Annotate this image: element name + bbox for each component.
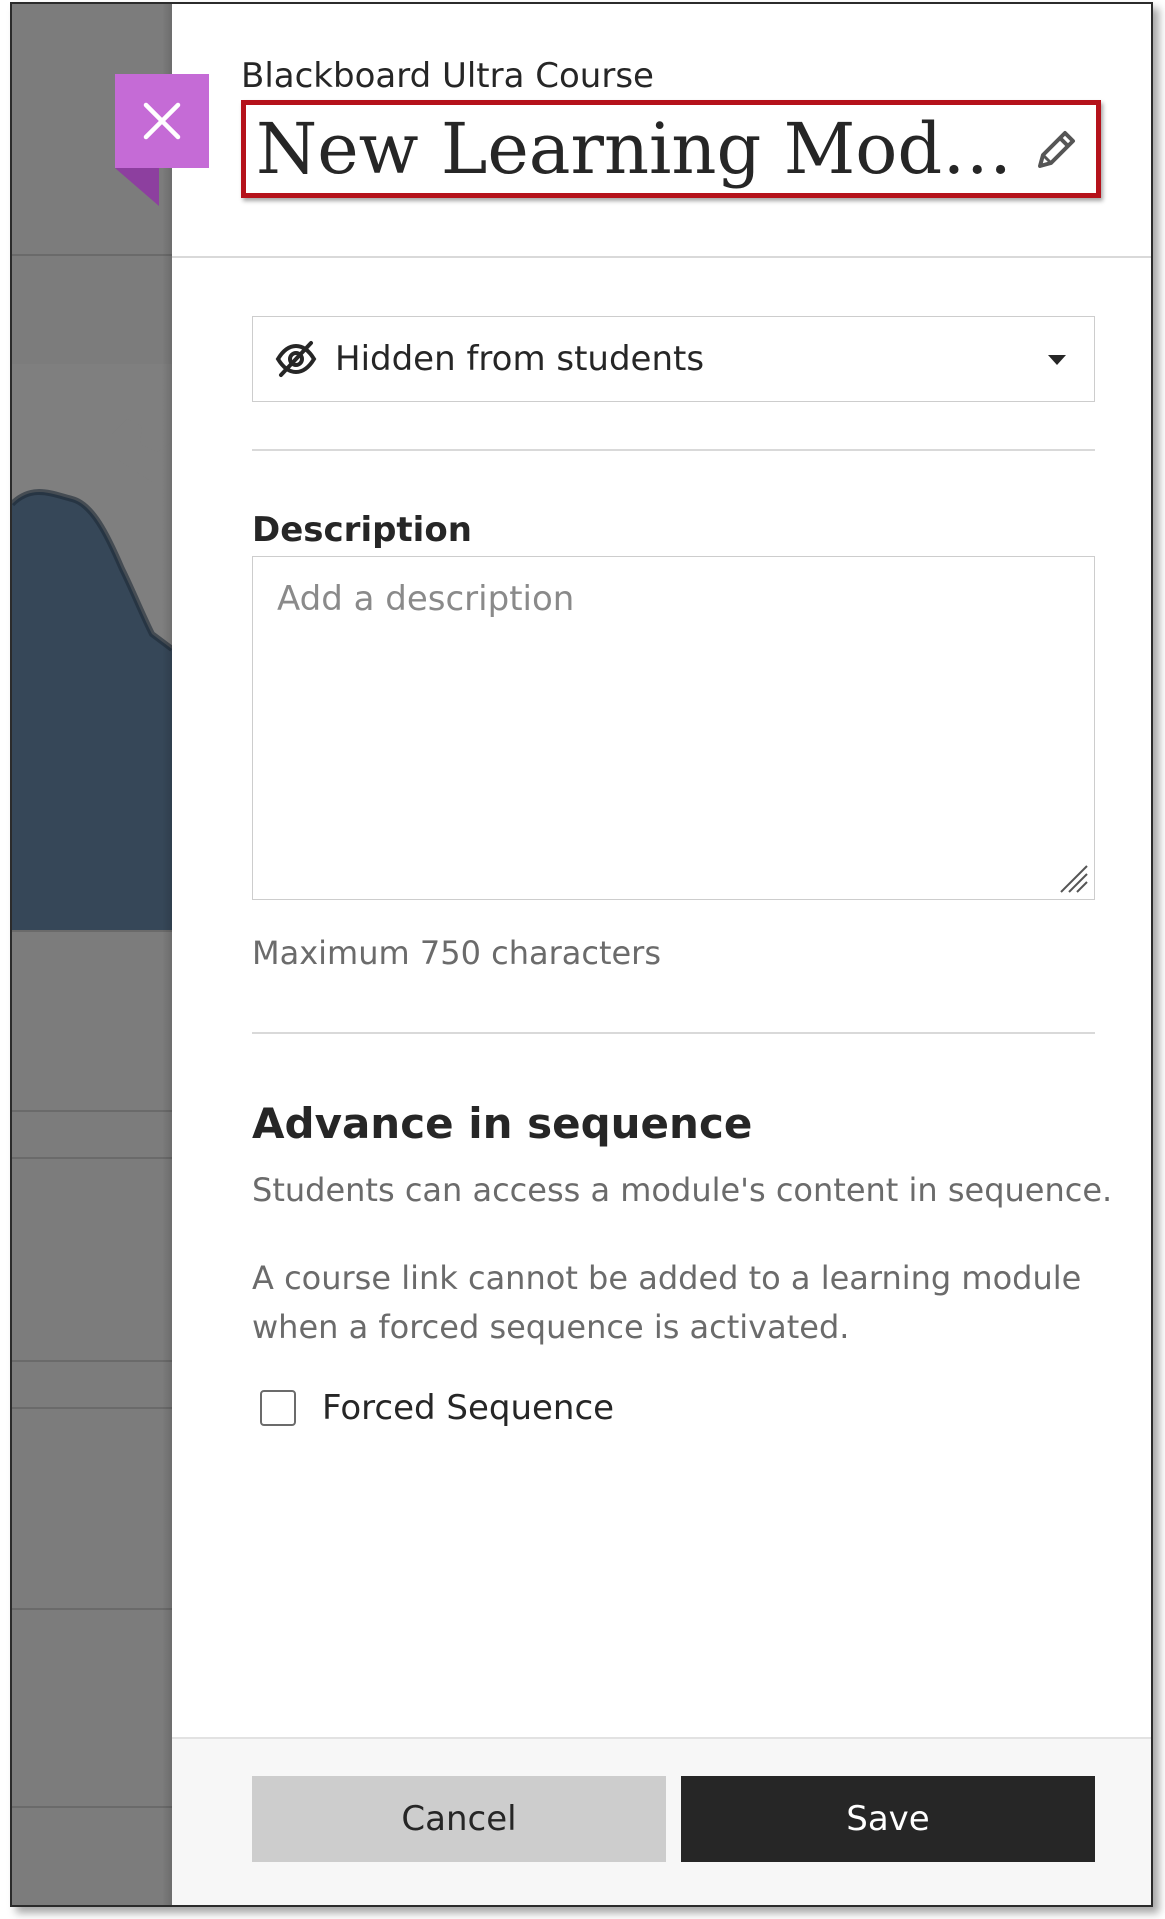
background-map-image [12,364,172,930]
save-button[interactable]: Save [681,1776,1095,1862]
module-title[interactable]: New Learning Modul... [256,100,1016,198]
module-title-highlight[interactable]: New Learning Modul... [241,100,1101,198]
map-coastline-graphic [12,364,172,652]
visibility-dropdown[interactable]: Hidden from students [252,316,1095,402]
pencil-icon[interactable] [1032,124,1082,174]
close-icon [143,102,181,140]
close-panel-button[interactable] [115,74,209,168]
eye-slash-icon [275,341,317,377]
forced-sequence-option[interactable]: Forced Sequence [260,1388,614,1428]
sequence-warning: A course link cannot be added to a learn… [252,1259,1082,1346]
background-divider [12,930,172,932]
description-label: Description [252,510,472,550]
caret-down-icon [1048,355,1066,365]
background-divider [12,1806,172,1808]
background-course-page [12,4,182,1905]
background-divider [12,1110,172,1112]
background-divider [12,1608,172,1610]
background-divider [12,1360,172,1362]
section-divider [252,449,1095,451]
section-divider [252,1032,1095,1034]
resize-handle-icon[interactable] [1057,862,1089,894]
close-tab-fold [115,168,159,206]
forced-sequence-checkbox[interactable] [260,1390,296,1426]
header-divider [172,256,1151,258]
forced-sequence-label[interactable]: Forced Sequence [322,1388,614,1428]
visibility-selected-label: Hidden from students [335,339,705,379]
sequence-description: Students can access a module's content i… [252,1171,1113,1209]
course-name: Blackboard Ultra Course [241,56,654,96]
sequence-heading: Advance in sequence [252,1099,753,1148]
description-limit-note: Maximum 750 characters [252,934,661,972]
background-divider [12,1407,172,1409]
screenshot-frame: Blackboard Ultra Course New Learning Mod… [10,2,1153,1907]
description-textarea[interactable] [252,556,1095,900]
cancel-button[interactable]: Cancel [252,1776,666,1862]
background-divider [12,1157,172,1159]
background-divider [12,254,172,256]
